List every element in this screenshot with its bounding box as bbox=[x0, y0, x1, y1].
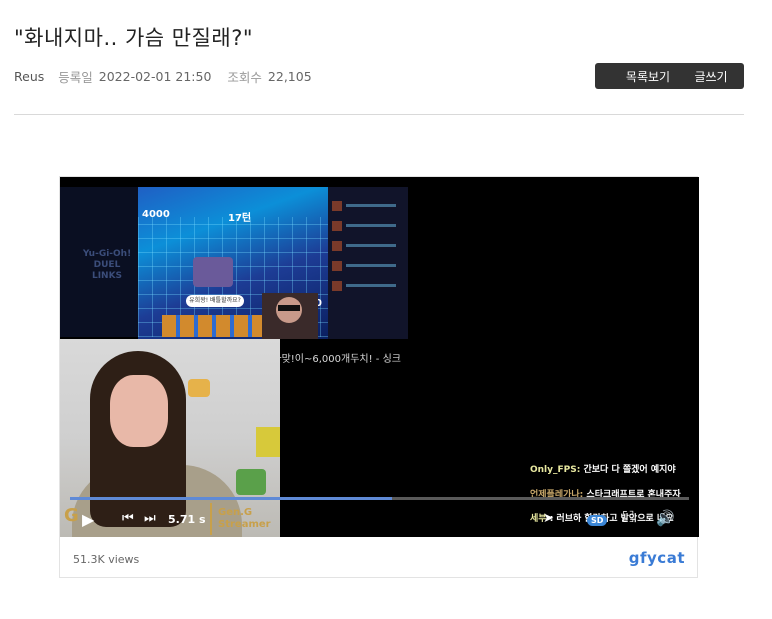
game-bubble: 유희왕! 배틀할까요? bbox=[186, 295, 244, 307]
fullscreen-icon[interactable]: ⛶ bbox=[623, 508, 634, 526]
author-name[interactable]: Reus bbox=[14, 69, 44, 84]
video-player[interactable]: Yu-Gi-Oh! DUEL LINKS 4000 17턴 4000 유희왕! … bbox=[60, 177, 699, 537]
game-logo: Yu-Gi-Oh! DUEL LINKS bbox=[82, 249, 132, 281]
streamer-cam-small bbox=[262, 293, 318, 339]
gfycat-views: 51.3K views bbox=[73, 553, 140, 566]
write-button[interactable]: 글쓰기 bbox=[678, 63, 744, 89]
gfycat-logo[interactable]: gfycat bbox=[629, 549, 685, 567]
game-score-top: 4000 bbox=[142, 209, 170, 220]
panel-row bbox=[332, 261, 402, 271]
panel-row bbox=[332, 201, 402, 211]
volume-icon[interactable]: 🔊 bbox=[656, 509, 675, 527]
streamer-badge: Gen.G Streamer bbox=[210, 503, 280, 535]
views-label: 조회수 bbox=[227, 70, 262, 85]
gfycat-embed: Yu-Gi-Oh! DUEL LINKS 4000 17턴 4000 유희왕! … bbox=[59, 176, 699, 578]
view-count: 22,105 bbox=[267, 69, 312, 84]
badge-line-1: Gen.G bbox=[218, 507, 253, 518]
badge-line-2: Streamer bbox=[218, 519, 271, 530]
game-monster bbox=[193, 257, 233, 287]
game-left-panel: Yu-Gi-Oh! DUEL LINKS bbox=[60, 187, 138, 337]
progress-bar[interactable] bbox=[70, 497, 689, 500]
next-frame-icon[interactable]: ⏭ bbox=[144, 511, 156, 526]
play-icon[interactable]: ▶ bbox=[82, 510, 94, 529]
panel-row bbox=[332, 241, 402, 251]
chat-line: Only_FPS: 간보다 다 쫄겠어 예지야 bbox=[530, 465, 676, 475]
post-date: 2022-02-01 21:50 bbox=[98, 69, 212, 84]
game-turn: 17턴 bbox=[228, 213, 252, 224]
progress-fill bbox=[70, 497, 392, 500]
divider bbox=[14, 114, 744, 115]
playback-time: 5.71 s bbox=[168, 513, 206, 526]
date-label: 등록일 bbox=[58, 70, 93, 85]
panel-row bbox=[332, 221, 402, 231]
post-meta: Reus 등록일 2022-02-01 21:50 조회수 22,105 bbox=[14, 67, 328, 86]
gen-g-logo: G bbox=[64, 505, 79, 526]
quality-badge[interactable]: SD bbox=[587, 515, 608, 526]
game-chat-panel bbox=[328, 187, 408, 339]
embed-footer: 51.3K views gfycat bbox=[60, 537, 697, 577]
panel-row bbox=[332, 281, 402, 291]
previous-frame-icon[interactable]: ⏮ bbox=[122, 511, 134, 526]
share-icon[interactable]: ➤ bbox=[543, 511, 554, 526]
post-title: "화내지마.. 가슴 만질래?" bbox=[14, 26, 254, 50]
